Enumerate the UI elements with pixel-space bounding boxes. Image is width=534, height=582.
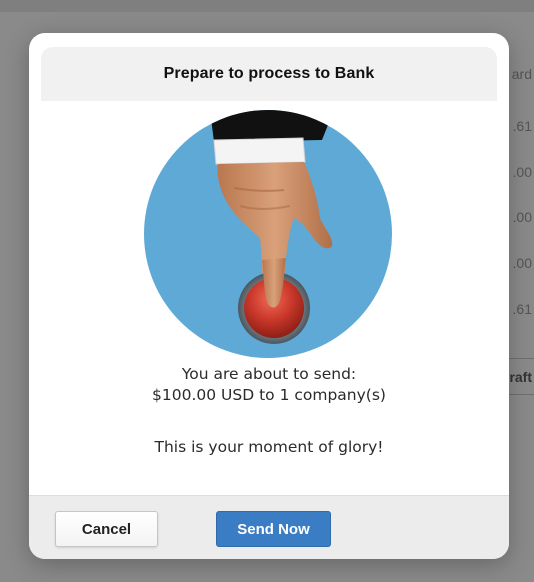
- background-divider: [508, 358, 534, 359]
- background-divider: [508, 394, 534, 395]
- send-summary-intro: You are about to send:: [181, 365, 357, 383]
- dialog-title: Prepare to process to Bank: [163, 65, 375, 82]
- background-value: .00: [512, 255, 532, 271]
- background-value: .61: [512, 301, 532, 317]
- background-value: .00: [512, 164, 532, 180]
- glory-message: This is your moment of glory!: [154, 438, 384, 456]
- finger-pressing-button-icon: [144, 110, 392, 358]
- background-footer-fragment: raft: [509, 369, 532, 385]
- background-value: .61: [512, 118, 532, 134]
- background-value: .00: [512, 209, 532, 225]
- dialog-header: Prepare to process to Bank: [41, 47, 497, 101]
- cancel-button[interactable]: Cancel: [55, 511, 158, 547]
- send-now-button[interactable]: Send Now: [216, 511, 331, 547]
- dialog-footer: Cancel Send Now: [29, 495, 509, 559]
- confirm-send-dialog: Prepare to process to Bank You are about…: [29, 33, 509, 559]
- send-summary-amount: $100.00 USD to 1 company(s): [152, 386, 386, 404]
- background-header-fragment: ard: [511, 66, 532, 82]
